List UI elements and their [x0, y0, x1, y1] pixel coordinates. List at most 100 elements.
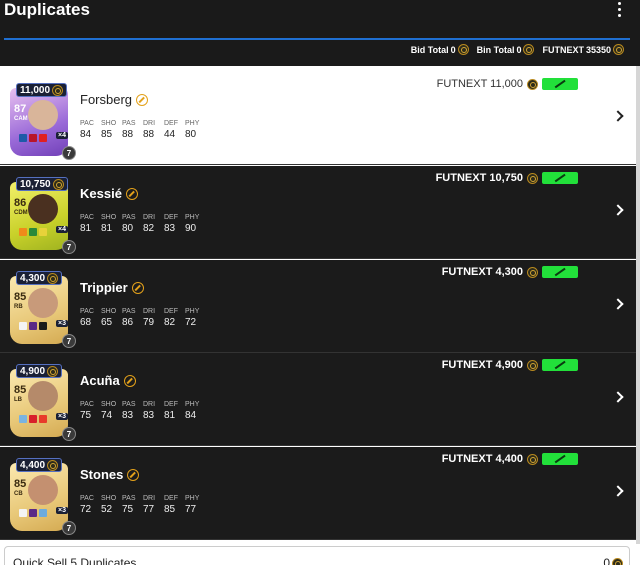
card-position: CAM — [14, 116, 28, 122]
player-card: 4,900 85 LB ×3 7 — [6, 361, 76, 443]
futnext-price: FUTNEXT 4,900 — [442, 359, 538, 371]
page-header: Duplicates — [0, 0, 640, 40]
level-badge: 7 — [62, 427, 76, 441]
quick-sell-button[interactable]: Quick Sell 5 Duplicates 0 — [4, 546, 630, 565]
duplicate-count: ×3 — [56, 320, 68, 327]
page-title: Duplicates — [4, 0, 90, 19]
futnext-price: FUTNEXT 10,750 — [436, 172, 538, 184]
card-rating: 85 — [14, 384, 27, 396]
player-name: Stones — [80, 467, 140, 482]
player-face — [28, 475, 58, 505]
player-row[interactable]: 4,300 85 RB ×3 7 Trippier PAC SHO PAS DRI DE… — [0, 260, 636, 353]
player-stats: PAC SHO PAS DRI DEF PHY 75 74 83 83 81 84 — [80, 401, 200, 421]
trend-up-button[interactable] — [542, 453, 578, 465]
trend-up-button[interactable] — [542, 172, 578, 184]
player-row[interactable]: 4,900 85 LB ×3 7 Acuña PAC SHO PAS DRI DEF PH… — [0, 353, 636, 446]
chevron-right-icon[interactable] — [612, 485, 624, 497]
untradeable-icon — [125, 187, 138, 200]
card-rating: 85 — [14, 291, 27, 303]
chevron-right-icon[interactable] — [612, 204, 624, 216]
trend-up-button[interactable] — [542, 359, 578, 371]
card-price: 4,400 — [16, 458, 63, 472]
player-stats: PAC SHO PAS DRI DEF PHY 68 65 86 79 82 72 — [80, 308, 200, 328]
quick-sell-value: 0 — [603, 556, 623, 565]
coin-icon — [52, 178, 64, 190]
untradeable-icon — [131, 281, 144, 294]
player-name: Acuña — [80, 373, 136, 388]
player-face — [28, 381, 58, 411]
trend-up-button[interactable] — [542, 78, 578, 90]
card-rating: 85 — [14, 478, 27, 490]
player-face — [28, 288, 58, 318]
duplicate-count: ×4 — [56, 132, 68, 139]
player-card: 11,000 87 CAM ×4 7 — [6, 80, 76, 162]
level-badge: 7 — [62, 146, 76, 160]
coin-icon — [457, 44, 469, 55]
futnext-price: FUTNEXT 4,400 — [442, 453, 538, 465]
chevron-right-icon[interactable] — [612, 391, 624, 403]
card-rating: 87 — [14, 103, 27, 115]
card-position: CB — [14, 491, 23, 497]
untradeable-icon — [123, 374, 136, 387]
player-face — [28, 194, 58, 224]
card-price: 4,900 — [16, 364, 63, 378]
player-card: 4,300 85 RB ×3 7 — [6, 268, 76, 350]
card-flags — [19, 415, 47, 423]
card-flags — [19, 228, 47, 236]
more-options-icon[interactable] — [616, 2, 622, 20]
coin-icon — [47, 459, 59, 471]
card-flags — [19, 134, 47, 142]
coin-icon — [527, 453, 538, 465]
player-stats: PAC SHO PAS DRI DEF PHY 84 85 88 88 44 80 — [80, 120, 200, 140]
card-rating: 86 — [14, 197, 27, 209]
level-badge: 7 — [62, 240, 76, 254]
player-card: 4,400 85 CB ×3 7 — [6, 455, 76, 537]
coin-icon — [52, 84, 64, 96]
coin-icon — [612, 557, 623, 565]
level-badge: 7 — [62, 521, 76, 535]
bid-total: Bid Total 0 — [411, 44, 469, 55]
level-badge: 7 — [62, 334, 76, 348]
futnext-price: FUTNEXT 4,300 — [442, 266, 538, 278]
chevron-right-icon[interactable] — [612, 298, 624, 310]
player-name: Trippier — [80, 280, 144, 295]
player-name: Kessié — [80, 186, 138, 201]
player-face — [28, 100, 58, 130]
coin-icon — [47, 365, 59, 377]
untradeable-icon — [127, 468, 140, 481]
duplicate-count: ×3 — [56, 413, 68, 420]
card-price: 4,300 — [16, 271, 63, 285]
card-price: 10,750 — [16, 177, 68, 191]
card-flags — [19, 322, 47, 330]
player-row[interactable]: 11,000 87 CAM ×4 7 Forsberg PAC SHO PAS DRI… — [0, 72, 636, 165]
futnext-total: FUTNEXT 35350 — [542, 44, 624, 55]
coin-icon — [527, 172, 538, 184]
player-card: 10,750 86 CDM ×4 7 — [6, 174, 76, 256]
player-row[interactable]: 4,400 85 CB ×3 7 Stones PAC SHO PAS DRI DEF P… — [0, 447, 636, 540]
card-price: 11,000 — [16, 83, 68, 97]
trend-up-button[interactable] — [542, 266, 578, 278]
futnext-price: FUTNEXT 11,000 — [437, 78, 538, 90]
coin-icon — [523, 44, 535, 55]
duplicate-count: ×3 — [56, 507, 68, 514]
untradeable-icon — [136, 93, 149, 106]
chevron-right-icon[interactable] — [612, 110, 624, 122]
card-flags — [19, 509, 47, 517]
player-name: Forsberg — [80, 92, 149, 107]
card-position: RB — [14, 304, 23, 310]
card-position: CDM — [14, 210, 28, 216]
scrollbar[interactable] — [636, 66, 640, 544]
player-row[interactable]: 10,750 86 CDM ×4 7 Kessié PAC SHO PAS DRI DE… — [0, 166, 636, 259]
totals-bar: Bid Total 0 Bin Total 0 FUTNEXT 35350 — [0, 40, 640, 66]
bin-total: Bin Total 0 — [477, 44, 535, 55]
coin-icon — [527, 359, 538, 371]
card-position: LB — [14, 397, 22, 403]
coin-icon — [527, 78, 538, 90]
player-stats: PAC SHO PAS DRI DEF PHY 72 52 75 77 85 77 — [80, 495, 200, 515]
player-stats: PAC SHO PAS DRI DEF PHY 81 81 80 82 83 90 — [80, 214, 200, 234]
coin-icon — [47, 272, 59, 284]
coin-icon — [613, 44, 624, 55]
duplicate-count: ×4 — [56, 226, 68, 233]
coin-icon — [527, 266, 538, 278]
quick-sell-label: Quick Sell 5 Duplicates — [13, 556, 137, 565]
